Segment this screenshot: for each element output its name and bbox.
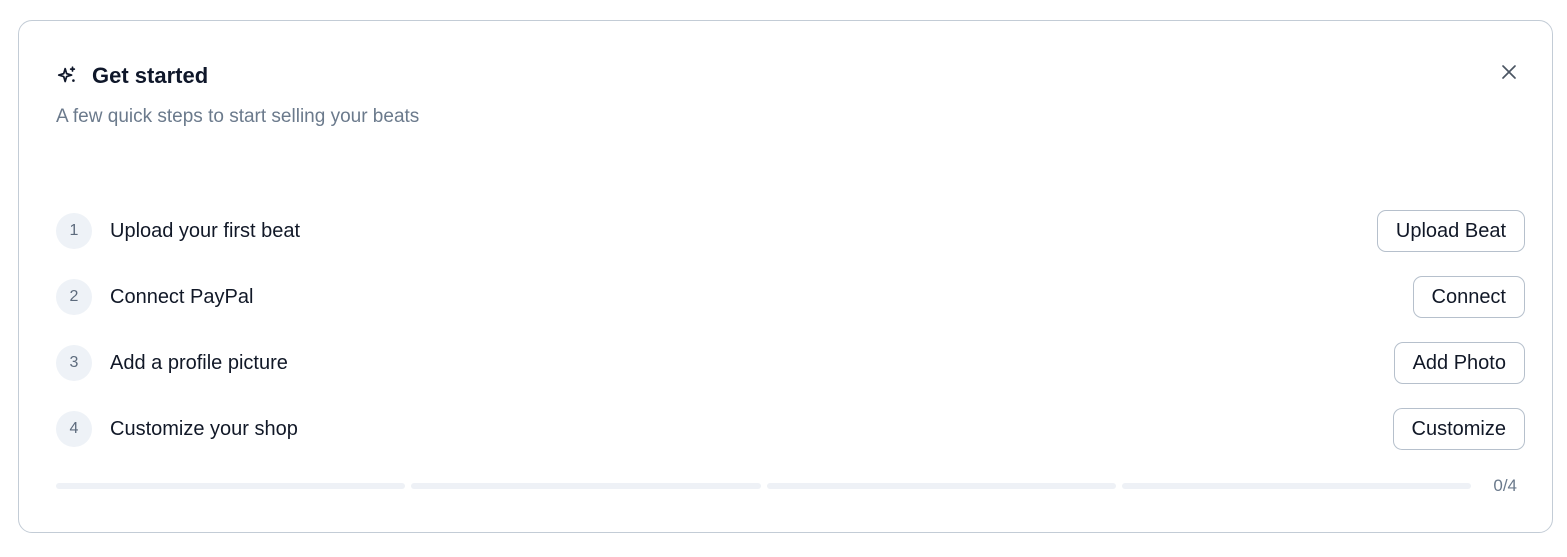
progress-segment	[411, 483, 761, 489]
step-number: 4	[56, 411, 92, 447]
card-subtitle: A few quick steps to start selling your …	[56, 106, 420, 127]
step-number: 3	[56, 345, 92, 381]
step-connect-paypal: 2 Connect PayPal Connect	[56, 264, 1525, 330]
progress-segment	[766, 483, 1116, 489]
progress-bar	[56, 483, 1471, 489]
connect-button[interactable]: Connect	[1412, 276, 1525, 318]
add-photo-button[interactable]: Add Photo	[1393, 342, 1525, 384]
sparkles-icon	[57, 66, 76, 83]
upload-beat-button[interactable]: Upload Beat	[1376, 210, 1525, 252]
card-title: Get started	[92, 63, 209, 88]
customize-button[interactable]: Customize	[1392, 408, 1525, 450]
step-label: Add a profile picture	[110, 351, 288, 374]
progress-segment	[1121, 483, 1471, 489]
card-header: Get started	[56, 63, 208, 89]
step-number: 2	[56, 279, 92, 315]
step-upload-beat: 1 Upload your first beat Upload Beat	[56, 198, 1525, 264]
step-label: Upload your first beat	[110, 219, 301, 242]
step-label: Connect PayPal	[110, 285, 254, 308]
step-add-profile-picture: 3 Add a profile picture Add Photo	[56, 330, 1525, 396]
get-started-card: Get started A few quick steps to start s…	[18, 20, 1553, 533]
step-customize-shop: 4 Customize your shop Customize	[56, 396, 1525, 462]
close-icon[interactable]	[1500, 63, 1518, 81]
progress-count: 0/4	[1493, 476, 1517, 495]
step-label: Customize your shop	[110, 417, 298, 440]
step-number: 1	[56, 213, 92, 249]
steps-list: 1 Upload your first beat Upload Beat 2 C…	[56, 198, 1525, 462]
progress-segment	[56, 483, 406, 489]
